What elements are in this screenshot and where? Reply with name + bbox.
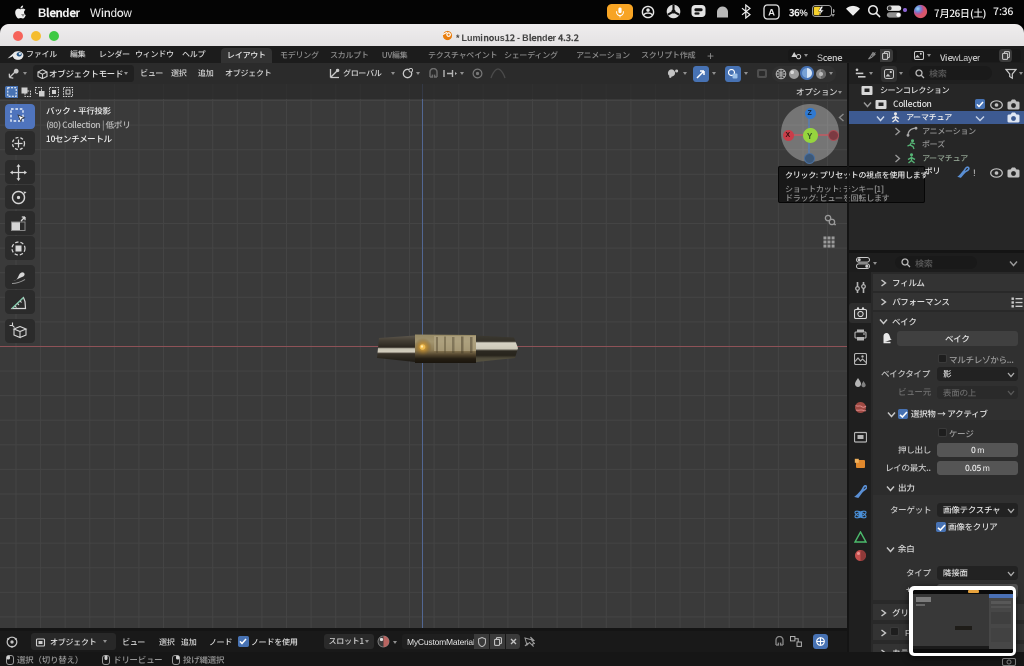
svg-text:A: A bbox=[768, 8, 775, 19]
